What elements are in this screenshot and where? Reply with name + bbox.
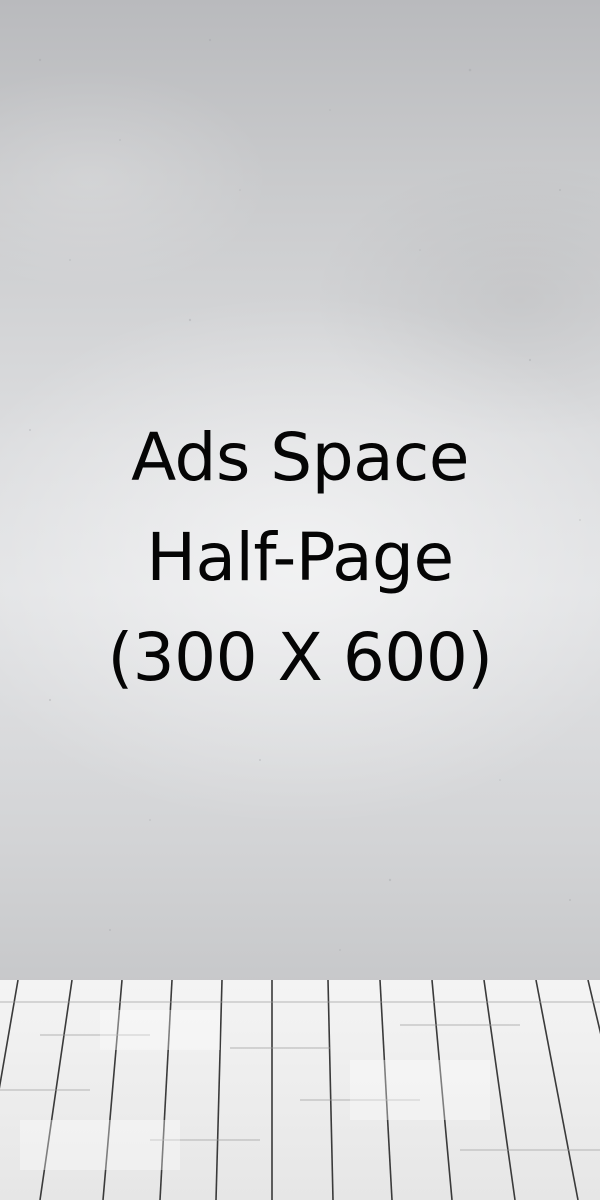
ad-space-headline: Ads Space Half-Page (300 X 600) [0,408,600,708]
wooden-floor [0,980,600,1200]
headline-line-dimensions: (300 X 600) [107,619,493,696]
headline-line-ads-space: Ads Space [131,419,469,496]
headline-line-half-page: Half-Page [146,519,454,596]
ad-banner[interactable]: Ads Space Half-Page (300 X 600) [0,0,600,1200]
floor-planks [0,980,600,1200]
